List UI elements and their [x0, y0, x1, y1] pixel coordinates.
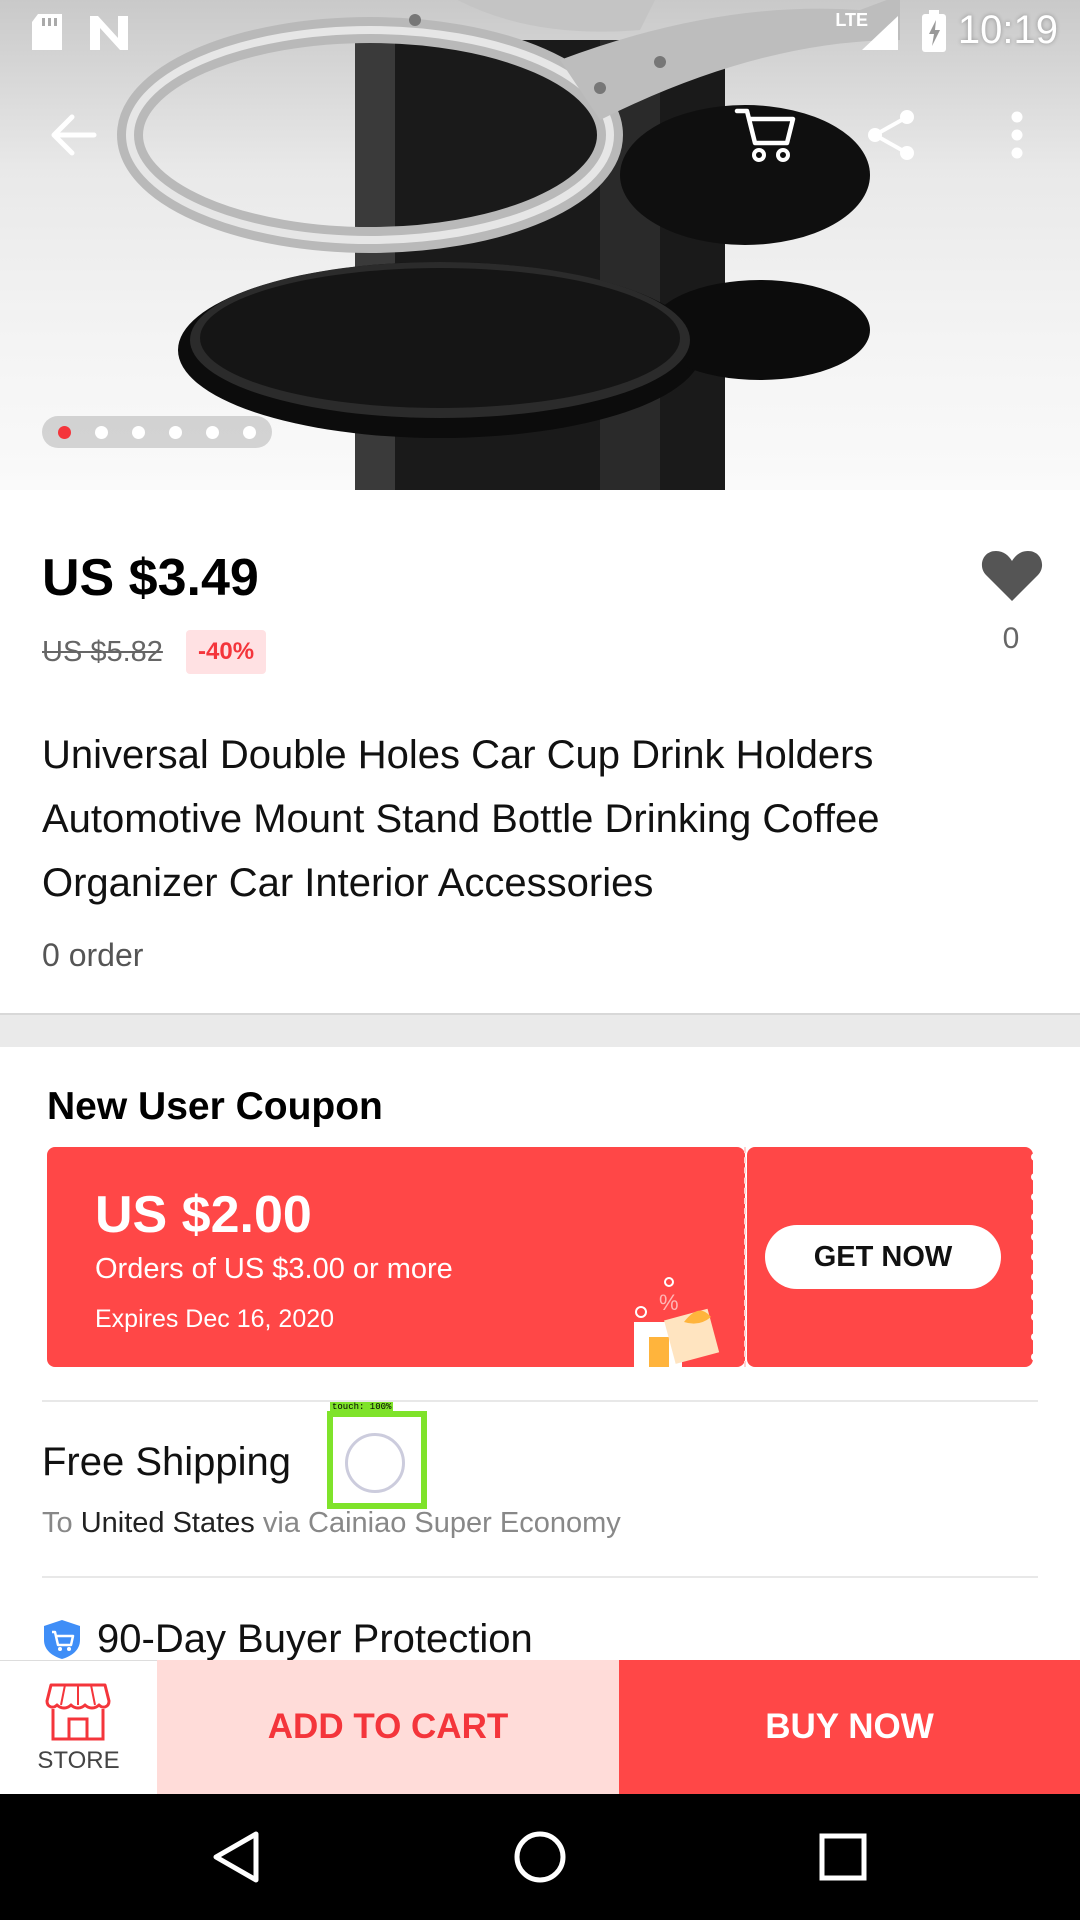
- shipping-country: United States: [80, 1507, 255, 1539]
- coupon-perforation: [744, 1147, 746, 1367]
- cart-icon: [734, 108, 796, 162]
- notification-icon: [90, 16, 128, 50]
- back-arrow-icon: [51, 114, 97, 156]
- gallery-dot: [206, 425, 219, 439]
- shield-icon: [44, 1620, 80, 1659]
- get-now-button[interactable]: GET NOW: [765, 1225, 1001, 1289]
- coupon-condition: Orders of US $3.00 or more: [95, 1253, 453, 1285]
- cart-button[interactable]: [730, 100, 800, 170]
- add-to-cart-button[interactable]: ADD TO CART: [157, 1660, 619, 1794]
- nav-recents-icon[interactable]: [808, 1822, 878, 1892]
- sd-card-icon: [32, 14, 62, 50]
- signal-icon: [862, 16, 898, 50]
- coupon-expiry: Expires Dec 16, 2020: [95, 1305, 335, 1333]
- bottom-action-bar: STORE ADD TO CART BUY NOW: [0, 1660, 1080, 1794]
- buy-now-button[interactable]: BUY NOW: [619, 1660, 1080, 1794]
- coupon-action: GET NOW: [747, 1147, 1033, 1367]
- nav-home-icon[interactable]: [505, 1822, 575, 1892]
- divider: [42, 1400, 1038, 1402]
- gallery-dot: [169, 425, 182, 439]
- discount-badge: -40%: [186, 630, 267, 674]
- status-bar: LTE 10:19: [0, 0, 1080, 64]
- more-options-button[interactable]: [982, 100, 1052, 170]
- order-count: 0 order: [42, 937, 144, 973]
- new-user-coupon[interactable]: US $2.00 Orders of US $3.00 or more Expi…: [41, 1147, 1039, 1367]
- touch-highlight-box: [327, 1411, 427, 1509]
- product-title: Universal Double Holes Car Cup Drink Hol…: [42, 733, 880, 905]
- buyer-protection-title[interactable]: 90-Day Buyer Protection: [97, 1617, 533, 1662]
- gift-icon: %: [634, 1277, 720, 1367]
- shipping-title[interactable]: Free Shipping: [42, 1440, 291, 1485]
- shipping-details[interactable]: To United States via Cainiao Super Econo…: [42, 1507, 621, 1540]
- touch-label: touch: 100%: [330, 1402, 394, 1412]
- gallery-indicator: [42, 416, 272, 448]
- divider: [42, 1576, 1038, 1578]
- coupon-heading: New User Coupon: [47, 1085, 383, 1128]
- back-button[interactable]: [38, 100, 108, 170]
- shipping-to-label: To: [42, 1507, 73, 1539]
- section-divider: [0, 1013, 1080, 1047]
- battery-icon: [922, 10, 946, 52]
- current-price: US $3.49: [42, 549, 259, 607]
- system-navigation-bar: [0, 1794, 1080, 1920]
- share-button[interactable]: [856, 100, 926, 170]
- store-icon: [45, 1683, 111, 1741]
- store-button[interactable]: STORE: [0, 1660, 157, 1794]
- wishlist-count: 0: [1002, 622, 1020, 655]
- coupon-body: US $2.00 Orders of US $3.00 or more Expi…: [47, 1147, 745, 1367]
- clock: 10:19: [957, 8, 1058, 52]
- coupon-amount: US $2.00: [95, 1186, 312, 1244]
- wishlist-heart-icon[interactable]: [980, 545, 1044, 605]
- gallery-dot: [95, 425, 108, 439]
- more-icon: [1011, 111, 1023, 159]
- coupon-scallop-right: [1031, 1153, 1039, 1361]
- share-icon: [868, 110, 914, 160]
- nav-back-icon[interactable]: [200, 1822, 270, 1892]
- original-price: US $5.82: [42, 636, 163, 668]
- gallery-dot: [58, 425, 71, 439]
- gallery-dot: [243, 425, 256, 439]
- svg-text:%: %: [659, 1290, 679, 1315]
- gallery-dot: [132, 425, 145, 439]
- store-label: STORE: [37, 1747, 120, 1774]
- coupon-scallop-left: [41, 1153, 45, 1361]
- shipping-method: via Cainiao Super Economy: [262, 1507, 621, 1539]
